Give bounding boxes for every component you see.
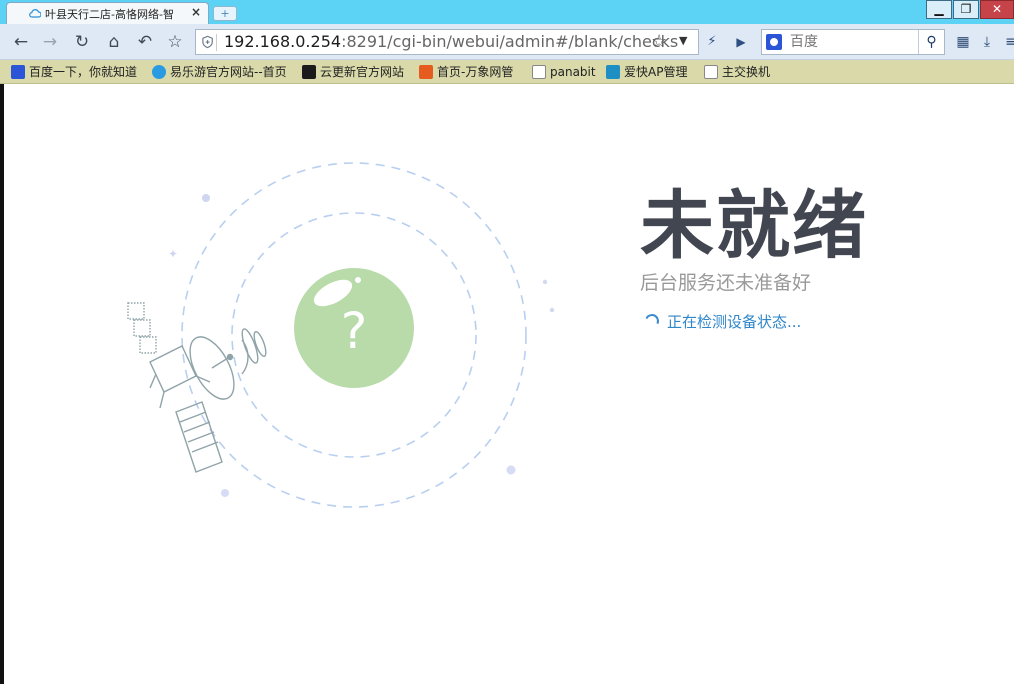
decor-dot bbox=[549, 307, 555, 313]
apps-grid-icon[interactable]: ▦ bbox=[954, 33, 972, 51]
tab-close-icon[interactable]: × bbox=[191, 5, 201, 19]
bookmark-star-icon[interactable]: ☆ bbox=[651, 31, 667, 52]
bookmark-ikuai[interactable]: 爱快AP管理 bbox=[606, 63, 687, 81]
chevron-down-icon[interactable]: ▼ bbox=[679, 34, 687, 47]
cloud-icon bbox=[29, 9, 41, 18]
baidu-icon[interactable] bbox=[766, 34, 782, 50]
decor-star: ✦ bbox=[168, 247, 178, 261]
navigation-toolbar: ← → ↻ ⌂ ↶ ☆ 192.168.0.254:8291/cgi-bin/w… bbox=[0, 24, 1014, 60]
page-icon bbox=[532, 65, 546, 79]
question-mark: ? bbox=[341, 302, 368, 360]
reload-icon[interactable]: ↻ bbox=[71, 31, 93, 53]
bookmark-yungengxin[interactable]: 云更新官方网站 bbox=[302, 63, 404, 81]
ik-logo-icon bbox=[606, 65, 620, 79]
back-arrow-icon[interactable]: ← bbox=[10, 31, 32, 53]
shield-icon bbox=[202, 34, 217, 51]
page-subtitle: 后台服务还未准备好 bbox=[640, 272, 812, 294]
bookmarks-bar: 百度一下，你就知道 易乐游官方网站--首页 云更新官方网站 首页-万象网管 pa… bbox=[0, 60, 1014, 84]
home-icon[interactable]: ⌂ bbox=[103, 31, 125, 53]
page-title: 未就绪 bbox=[640, 183, 868, 269]
bookmark-baidu[interactable]: 百度一下，你就知道 bbox=[11, 63, 137, 81]
bookmark-yileyou[interactable]: 易乐游官方网站--首页 bbox=[152, 63, 287, 81]
close-window-button[interactable]: ✕ bbox=[980, 0, 1014, 19]
forward-arrow-icon[interactable]: → bbox=[39, 31, 61, 53]
wave-logo-icon bbox=[302, 65, 316, 79]
decor-dot bbox=[221, 489, 229, 497]
search-icon[interactable]: ⚲ bbox=[918, 30, 944, 54]
decor-dot bbox=[506, 465, 516, 475]
satellite-illustration: ✦ ? bbox=[127, 162, 555, 508]
page-icon bbox=[704, 65, 718, 79]
minimize-button[interactable]: ▁ bbox=[926, 0, 952, 19]
decor-dot bbox=[542, 279, 548, 285]
tab-title: 叶县天行二店-高恪网络-智 bbox=[45, 8, 174, 21]
w-logo-icon bbox=[419, 65, 433, 79]
url-host: 192.168.0.254 bbox=[224, 32, 342, 51]
search-box[interactable]: ⚲ bbox=[761, 29, 945, 55]
title-bar: 叶县天行二店-高恪网络-智 × + ▁ ❐ ✕ bbox=[0, 0, 1014, 24]
lightning-icon[interactable]: ⚡ bbox=[702, 32, 722, 52]
loading-spinner-icon bbox=[643, 312, 661, 330]
checking-status: 正在检测设备状态... bbox=[643, 312, 802, 332]
decor-dot bbox=[202, 194, 210, 202]
download-icon[interactable]: ⤓ bbox=[978, 33, 996, 51]
address-bar[interactable]: 192.168.0.254:8291/cgi-bin/webui/admin#/… bbox=[195, 29, 699, 55]
checking-status-text: 正在检测设备状态... bbox=[667, 313, 802, 331]
restore-button[interactable]: ❐ bbox=[953, 0, 979, 19]
favorite-star-icon[interactable]: ☆ bbox=[164, 31, 186, 53]
satellite-icon bbox=[127, 302, 267, 473]
bubble-highlight bbox=[355, 277, 361, 283]
url-path: :8291/cgi-bin/webui/admin#/blank/checks bbox=[341, 32, 679, 51]
play-icon[interactable]: ▶ bbox=[731, 32, 751, 52]
bookmark-wanxiang[interactable]: 首页-万象网管 bbox=[419, 63, 513, 81]
cloud-icon bbox=[152, 65, 166, 79]
undo-close-icon[interactable]: ↶ bbox=[134, 31, 156, 53]
menu-icon[interactable]: ≡ bbox=[1002, 33, 1014, 51]
search-input[interactable] bbox=[790, 33, 918, 51]
bookmark-panabit[interactable]: panabit bbox=[532, 63, 596, 81]
browser-tab[interactable]: 叶县天行二店-高恪网络-智 × bbox=[6, 2, 209, 24]
new-tab-button[interactable]: + bbox=[213, 6, 237, 21]
baidu-paw-icon bbox=[11, 65, 25, 79]
bookmark-switch[interactable]: 主交换机 bbox=[704, 63, 770, 81]
